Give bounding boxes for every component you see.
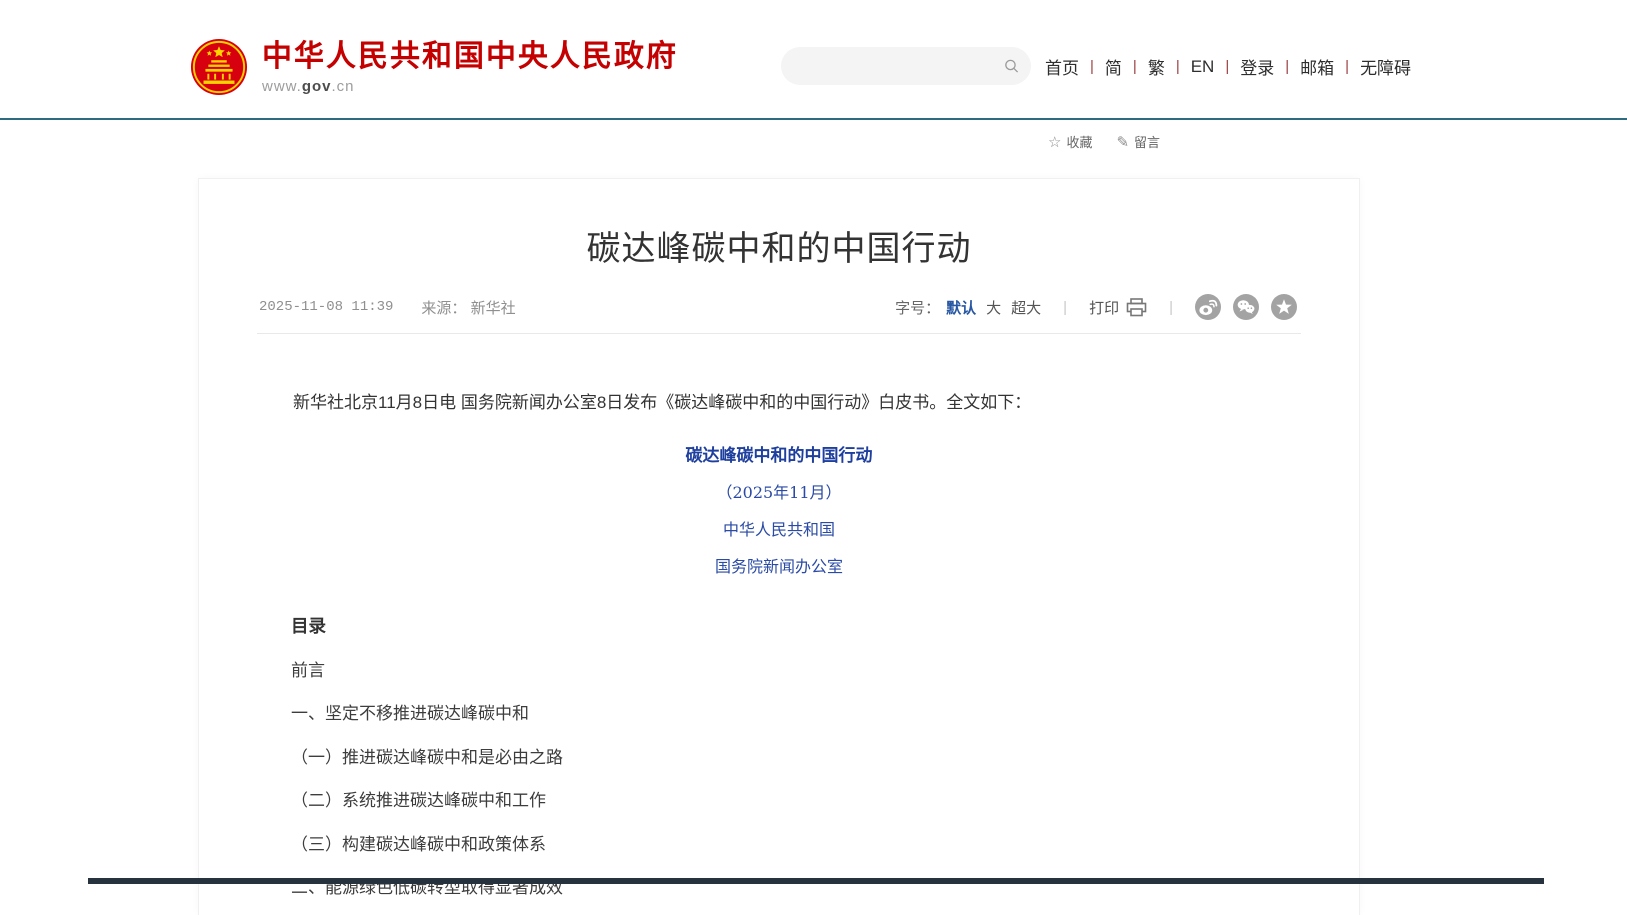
meta-tools: 字号： 默认 大 超大 | 打印 | — [895, 294, 1297, 320]
wechat-share-icon[interactable] — [1233, 294, 1259, 320]
toc-item-1-3: （三）构建碳达峰碳中和政策体系 — [291, 835, 1299, 855]
gov-cn-page: { "header": { "site_title": "中华人民共和国中央人民… — [0, 0, 1627, 915]
message-label: 留言 — [1134, 132, 1160, 151]
print-label: 打印 — [1089, 297, 1119, 318]
nav-separator: | — [1176, 58, 1180, 75]
fontsize-default-button[interactable]: 默认 — [946, 297, 976, 318]
url-gov: gov — [302, 78, 332, 95]
favorite-button[interactable]: ☆ 收藏 — [1048, 132, 1092, 151]
source-label: 来源： — [421, 300, 466, 317]
lead-paragraph: 新华社北京11月8日电 国务院新闻办公室8日发布《碳达峰碳中和的中国行动》白皮书… — [259, 389, 1299, 417]
toc-item-1-1: （一）推进碳达峰碳中和是必由之路 — [291, 748, 1299, 768]
doc-org-line1: 中华人民共和国 — [259, 516, 1299, 540]
toc-heading: 目录 — [291, 613, 1299, 638]
print-button[interactable]: 打印 — [1089, 297, 1147, 318]
meta-divider — [257, 333, 1301, 334]
meta-separator: | — [1169, 299, 1173, 316]
nav-simplified[interactable]: 简 — [1105, 54, 1122, 79]
nav-separator: | — [1285, 58, 1289, 75]
top-nav: 首页 | 简 | 繁 | EN | 登录 | 邮箱 | 无障碍 — [1045, 54, 1411, 79]
share-group — [1195, 294, 1297, 320]
meta-separator: | — [1063, 299, 1067, 316]
pencil-icon: ✎ — [1116, 133, 1129, 151]
search-input[interactable] — [781, 47, 1004, 85]
nav-separator: | — [1345, 58, 1349, 75]
national-emblem-icon — [190, 38, 248, 96]
search-box[interactable] — [781, 47, 1031, 85]
site-logo[interactable]: 中华人民共和国中央人民政府 www.gov.cn — [190, 38, 678, 96]
favorite-label: 收藏 — [1066, 132, 1092, 151]
search-icon[interactable] — [1004, 55, 1019, 77]
nav-home[interactable]: 首页 — [1045, 54, 1079, 79]
article-quickbar: ☆ 收藏 ✎ 留言 — [1048, 132, 1160, 151]
fontsize-large-button[interactable]: 大 — [986, 297, 1001, 318]
doc-date: （2025年11月） — [259, 479, 1299, 503]
nav-traditional[interactable]: 繁 — [1148, 54, 1165, 79]
fontsize-label: 字号： — [895, 297, 940, 318]
doc-org-line2: 国务院新闻办公室 — [259, 553, 1299, 577]
nav-accessibility[interactable]: 无障碍 — [1360, 54, 1411, 79]
url-cn: .cn — [332, 78, 355, 95]
source: 来源： 新华社 — [421, 297, 515, 318]
article-meta-row: 2025-11-08 11:39 来源： 新华社 字号： 默认 大 超大 | 打… — [259, 293, 1297, 321]
nav-separator: | — [1090, 58, 1094, 75]
weibo-share-icon[interactable] — [1195, 294, 1221, 320]
article-card: 碳达峰碳中和的中国行动 2025-11-08 11:39 来源： 新华社 字号：… — [198, 178, 1360, 915]
star-icon: ☆ — [1048, 133, 1061, 151]
doc-title: 碳达峰碳中和的中国行动 — [259, 441, 1299, 466]
nav-separator: | — [1133, 58, 1137, 75]
nav-separator: | — [1225, 58, 1229, 75]
logo-text: 中华人民共和国中央人民政府 www.gov.cn — [262, 40, 678, 95]
toc-item-1-2: （二）系统推进碳达峰碳中和工作 — [291, 791, 1299, 811]
printer-icon — [1126, 298, 1147, 317]
publish-date: 2025-11-08 11:39 — [259, 299, 393, 315]
footer-top-edge — [88, 878, 1544, 884]
nav-mail[interactable]: 邮箱 — [1300, 54, 1334, 79]
nav-english[interactable]: EN — [1191, 57, 1215, 77]
site-header: 中华人民共和国中央人民政府 www.gov.cn 首页 | 简 | 繁 | EN | 登… — [0, 0, 1627, 120]
nav-login[interactable]: 登录 — [1240, 54, 1274, 79]
article-title: 碳达峰碳中和的中国行动 — [199, 221, 1359, 270]
site-title: 中华人民共和国中央人民政府 — [262, 40, 678, 73]
qzone-share-icon[interactable] — [1271, 294, 1297, 320]
message-button[interactable]: ✎ 留言 — [1116, 132, 1160, 151]
source-value: 新华社 — [471, 300, 516, 317]
fontsize-xlarge-button[interactable]: 超大 — [1011, 297, 1041, 318]
url-www: www. — [262, 78, 302, 95]
toc-item-1: 一、坚定不移推进碳达峰碳中和 — [291, 704, 1299, 724]
article-body: 新华社北京11月8日电 国务院新闻办公室8日发布《碳达峰碳中和的中国行动》白皮书… — [259, 377, 1299, 915]
toc-item-preface: 前言 — [291, 661, 1299, 681]
site-url: www.gov.cn — [262, 78, 678, 95]
